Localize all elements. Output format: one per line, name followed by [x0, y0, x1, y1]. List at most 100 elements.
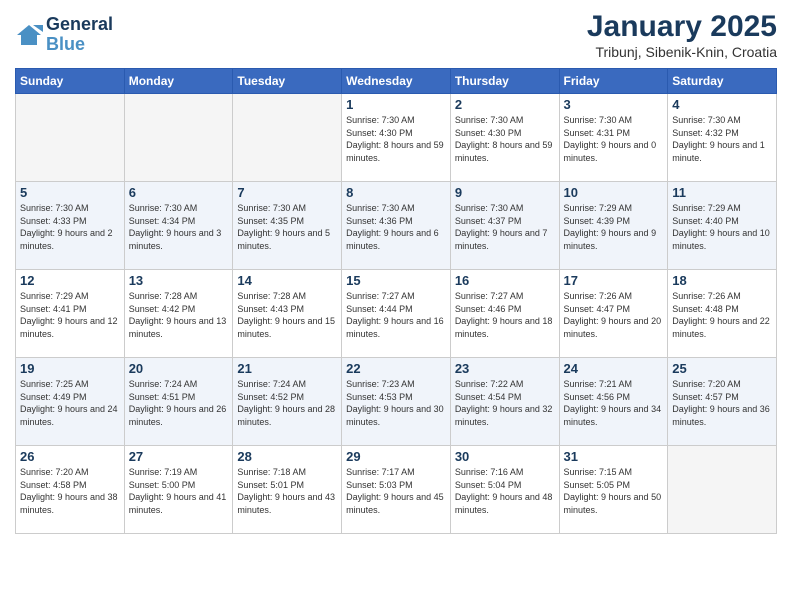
day-info: Sunrise: 7:30 AM Sunset: 4:30 PM Dayligh… [455, 114, 555, 164]
day-info: Sunrise: 7:27 AM Sunset: 4:46 PM Dayligh… [455, 290, 555, 340]
title-block: January 2025 Tribunj, Sibenik-Knin, Croa… [587, 10, 777, 60]
calendar-cell: 6 Sunrise: 7:30 AM Sunset: 4:34 PM Daylig… [124, 182, 233, 270]
calendar-cell: 12 Sunrise: 7:29 AM Sunset: 4:41 PM Dayli… [16, 270, 125, 358]
day-number: 17 [564, 273, 664, 288]
day-info: Sunrise: 7:16 AM Sunset: 5:04 PM Dayligh… [455, 466, 555, 516]
calendar-cell: 24 Sunrise: 7:21 AM Sunset: 4:56 PM Dayli… [559, 358, 668, 446]
day-number: 14 [237, 273, 337, 288]
calendar-cell: 7Sunrise: 7:30 AM Sunset: 4:35 PM Daylig… [233, 182, 342, 270]
day-number: 31 [564, 449, 664, 464]
day-info: Sunrise: 7:29 AM Sunset: 4:40 PM Dayligh… [672, 202, 772, 252]
day-number: 6 [129, 185, 229, 200]
calendar-week-row: 26 Sunrise: 7:20 AM Sunset: 4:58 PM Dayli… [16, 446, 777, 534]
day-number: 27 [129, 449, 229, 464]
day-number: 11 [672, 185, 772, 200]
calendar-cell: 26 Sunrise: 7:20 AM Sunset: 4:58 PM Dayli… [16, 446, 125, 534]
day-number: 12 [20, 273, 120, 288]
page-header: General Blue January 2025 Tribunj, Siben… [15, 10, 777, 60]
day-info: Sunrise: 7:25 AM Sunset: 4:49 PM Dayligh… [20, 378, 120, 428]
calendar-cell: 9 Sunrise: 7:30 AM Sunset: 4:37 PM Daylig… [450, 182, 559, 270]
weekday-header-monday: Monday [124, 69, 233, 94]
weekday-header-saturday: Saturday [668, 69, 777, 94]
calendar-cell: 16 Sunrise: 7:27 AM Sunset: 4:46 PM Dayli… [450, 270, 559, 358]
logo-text-line1: General [46, 15, 113, 35]
calendar-cell: 17 Sunrise: 7:26 AM Sunset: 4:47 PM Dayli… [559, 270, 668, 358]
day-info: Sunrise: 7:15 AM Sunset: 5:05 PM Dayligh… [564, 466, 664, 516]
calendar-cell: 23 Sunrise: 7:22 AM Sunset: 4:54 PM Dayli… [450, 358, 559, 446]
calendar-cell: 15 Sunrise: 7:27 AM Sunset: 4:44 PM Dayli… [342, 270, 451, 358]
calendar-cell: 20 Sunrise: 7:24 AM Sunset: 4:51 PM Dayli… [124, 358, 233, 446]
day-info: Sunrise: 7:29 AM Sunset: 4:39 PM Dayligh… [564, 202, 664, 252]
location-subtitle: Tribunj, Sibenik-Knin, Croatia [587, 44, 777, 60]
day-info: Sunrise: 7:30 AM Sunset: 4:33 PM Dayligh… [20, 202, 120, 252]
calendar-week-row: 12 Sunrise: 7:29 AM Sunset: 4:41 PM Dayli… [16, 270, 777, 358]
day-info: Sunrise: 7:18 AM Sunset: 5:01 PM Dayligh… [237, 466, 337, 516]
calendar-cell: 28 Sunrise: 7:18 AM Sunset: 5:01 PM Dayli… [233, 446, 342, 534]
day-number: 30 [455, 449, 555, 464]
weekday-header-wednesday: Wednesday [342, 69, 451, 94]
day-number: 23 [455, 361, 555, 376]
day-info: Sunrise: 7:20 AM Sunset: 4:57 PM Dayligh… [672, 378, 772, 428]
calendar-cell: 18Sunrise: 7:26 AM Sunset: 4:48 PM Dayli… [668, 270, 777, 358]
day-number: 16 [455, 273, 555, 288]
day-number: 20 [129, 361, 229, 376]
day-number: 19 [20, 361, 120, 376]
day-info: Sunrise: 7:29 AM Sunset: 4:41 PM Dayligh… [20, 290, 120, 340]
day-info: Sunrise: 7:24 AM Sunset: 4:51 PM Dayligh… [129, 378, 229, 428]
day-info: Sunrise: 7:27 AM Sunset: 4:44 PM Dayligh… [346, 290, 446, 340]
day-info: Sunrise: 7:28 AM Sunset: 4:43 PM Dayligh… [237, 290, 337, 340]
day-number: 10 [564, 185, 664, 200]
calendar-week-row: 19 Sunrise: 7:25 AM Sunset: 4:49 PM Dayli… [16, 358, 777, 446]
logo-text-line2: Blue [46, 35, 113, 55]
day-info: Sunrise: 7:19 AM Sunset: 5:00 PM Dayligh… [129, 466, 229, 516]
calendar-cell: 11 Sunrise: 7:29 AM Sunset: 4:40 PM Dayli… [668, 182, 777, 270]
day-number: 3 [564, 97, 664, 112]
day-info: Sunrise: 7:30 AM Sunset: 4:36 PM Dayligh… [346, 202, 446, 252]
day-number: 29 [346, 449, 446, 464]
day-number: 8 [346, 185, 446, 200]
day-info: Sunrise: 7:28 AM Sunset: 4:42 PM Dayligh… [129, 290, 229, 340]
weekday-header-friday: Friday [559, 69, 668, 94]
day-number: 25 [672, 361, 772, 376]
logo: General Blue [15, 15, 113, 55]
day-number: 26 [20, 449, 120, 464]
calendar-cell: 5 Sunrise: 7:30 AM Sunset: 4:33 PM Daylig… [16, 182, 125, 270]
weekday-header-tuesday: Tuesday [233, 69, 342, 94]
calendar-cell: 13 Sunrise: 7:28 AM Sunset: 4:42 PM Dayli… [124, 270, 233, 358]
weekday-header-thursday: Thursday [450, 69, 559, 94]
day-number: 24 [564, 361, 664, 376]
day-info: Sunrise: 7:21 AM Sunset: 4:56 PM Dayligh… [564, 378, 664, 428]
day-number: 22 [346, 361, 446, 376]
day-number: 5 [20, 185, 120, 200]
logo-icon [15, 21, 43, 49]
day-number: 28 [237, 449, 337, 464]
day-number: 2 [455, 97, 555, 112]
calendar-week-row: 1Sunrise: 7:30 AM Sunset: 4:30 PM Daylig… [16, 94, 777, 182]
calendar-table: SundayMondayTuesdayWednesdayThursdayFrid… [15, 68, 777, 534]
day-number: 18 [672, 273, 772, 288]
calendar-cell: 14 Sunrise: 7:28 AM Sunset: 4:43 PM Dayli… [233, 270, 342, 358]
calendar-week-row: 5 Sunrise: 7:30 AM Sunset: 4:33 PM Daylig… [16, 182, 777, 270]
calendar-cell: 4Sunrise: 7:30 AM Sunset: 4:32 PM Daylig… [668, 94, 777, 182]
day-info: Sunrise: 7:30 AM Sunset: 4:35 PM Dayligh… [237, 202, 337, 252]
day-info: Sunrise: 7:22 AM Sunset: 4:54 PM Dayligh… [455, 378, 555, 428]
day-number: 13 [129, 273, 229, 288]
day-info: Sunrise: 7:26 AM Sunset: 4:47 PM Dayligh… [564, 290, 664, 340]
day-info: Sunrise: 7:30 AM Sunset: 4:30 PM Dayligh… [346, 114, 446, 164]
day-info: Sunrise: 7:20 AM Sunset: 4:58 PM Dayligh… [20, 466, 120, 516]
day-info: Sunrise: 7:17 AM Sunset: 5:03 PM Dayligh… [346, 466, 446, 516]
day-number: 9 [455, 185, 555, 200]
calendar-header-row: SundayMondayTuesdayWednesdayThursdayFrid… [16, 69, 777, 94]
calendar-cell: 1Sunrise: 7:30 AM Sunset: 4:30 PM Daylig… [342, 94, 451, 182]
calendar-cell: 22Sunrise: 7:23 AM Sunset: 4:53 PM Dayli… [342, 358, 451, 446]
month-title: January 2025 [587, 10, 777, 44]
calendar-cell: 30 Sunrise: 7:16 AM Sunset: 5:04 PM Dayli… [450, 446, 559, 534]
calendar-cell: 19 Sunrise: 7:25 AM Sunset: 4:49 PM Dayli… [16, 358, 125, 446]
calendar-cell: 25 Sunrise: 7:20 AM Sunset: 4:57 PM Dayli… [668, 358, 777, 446]
calendar-cell: 2 Sunrise: 7:30 AM Sunset: 4:30 PM Daylig… [450, 94, 559, 182]
day-number: 15 [346, 273, 446, 288]
calendar-cell: 31 Sunrise: 7:15 AM Sunset: 5:05 PM Dayli… [559, 446, 668, 534]
calendar-cell: 8 Sunrise: 7:30 AM Sunset: 4:36 PM Daylig… [342, 182, 451, 270]
day-info: Sunrise: 7:30 AM Sunset: 4:37 PM Dayligh… [455, 202, 555, 252]
day-info: Sunrise: 7:30 AM Sunset: 4:34 PM Dayligh… [129, 202, 229, 252]
